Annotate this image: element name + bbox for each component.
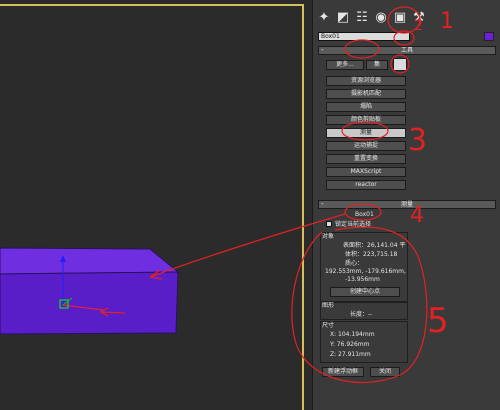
utilities-rollout-header[interactable]: - 工具 bbox=[318, 46, 496, 55]
y-dimension-value: Y: 76.926mm bbox=[330, 341, 370, 348]
center-of-mass-value: 192.553mm, -179.616mm, bbox=[325, 268, 406, 275]
collapse-button[interactable]: 塌陷 bbox=[326, 102, 406, 112]
surface-area-value: 表面积：26,141.04 平 bbox=[343, 242, 406, 249]
asset-browser-button[interactable]: 资源浏览器 bbox=[326, 76, 406, 86]
motion-capture-button[interactable]: 运动捕捉 bbox=[326, 141, 406, 151]
utilities-rollout-title: 工具 bbox=[400, 47, 413, 54]
motion-tab-icon[interactable]: ◉ bbox=[373, 10, 389, 26]
create-center-point-button[interactable]: 创建中心点 bbox=[330, 287, 400, 297]
camera-match-button[interactable]: 摄影机匹配 bbox=[326, 89, 406, 99]
measure-rollout-header[interactable]: - 测量 bbox=[318, 200, 496, 209]
maxscript-button[interactable]: MAXScript bbox=[326, 167, 406, 177]
box-top-face bbox=[0, 247, 180, 275]
z-dimension-value: Z: 27.911mm bbox=[330, 351, 371, 358]
configure-sets-icon[interactable] bbox=[393, 58, 407, 71]
viewport-scene bbox=[0, 247, 180, 335]
modify-tab-icon[interactable]: ◩ bbox=[335, 10, 351, 26]
measured-object-name: Box01 bbox=[355, 211, 374, 218]
center-of-mass-label: 质心： bbox=[345, 260, 364, 267]
more-button[interactable]: 更多... bbox=[326, 60, 364, 70]
close-button[interactable]: 关闭 bbox=[370, 367, 400, 377]
object-name-field[interactable]: Box01 bbox=[318, 31, 410, 41]
reset-xform-button[interactable]: 重置变换 bbox=[326, 154, 406, 164]
utilities-tab-icon[interactable]: ⚒ bbox=[411, 10, 427, 26]
hierarchy-tab-icon[interactable]: ☷ bbox=[354, 10, 370, 26]
box-front-face bbox=[0, 271, 179, 335]
color-clipboard-button[interactable]: 颜色剪贴板 bbox=[326, 115, 406, 125]
lock-selection-checkbox[interactable] bbox=[326, 221, 332, 227]
center-of-mass-value-z: -13.956mm bbox=[345, 276, 380, 283]
object-name-row: Box01 bbox=[318, 31, 496, 41]
object-color-swatch[interactable] bbox=[484, 31, 494, 41]
objects-group-label: 对象 bbox=[322, 233, 335, 240]
display-tab-icon[interactable]: ▣ bbox=[392, 10, 408, 26]
measure-button[interactable]: 测量 bbox=[326, 128, 406, 138]
measure-rollout-title: 测量 bbox=[400, 201, 413, 208]
length-value: 长度：-- bbox=[350, 311, 373, 318]
perspective-viewport[interactable] bbox=[0, 0, 312, 410]
command-panel-tabs: ✦ ◩ ☷ ◉ ▣ ⚒ bbox=[316, 10, 427, 30]
volume-value: 体积：223,715.18 bbox=[345, 251, 398, 258]
x-dimension-value: X: 104.194mm bbox=[330, 331, 375, 338]
lock-selection-label: 锁定当前选择 bbox=[335, 221, 372, 228]
new-floater-button[interactable]: 新建浮动框 bbox=[322, 367, 364, 377]
reactor-button[interactable]: reactor bbox=[326, 180, 406, 190]
shapes-group-label: 图形 bbox=[322, 302, 335, 309]
dimensions-group-label: 尺寸 bbox=[322, 322, 335, 329]
collapse-icon: - bbox=[321, 46, 324, 54]
create-tab-icon[interactable]: ✦ bbox=[316, 10, 332, 26]
sets-button[interactable]: 集 bbox=[366, 60, 388, 70]
collapse-icon: - bbox=[321, 200, 324, 208]
